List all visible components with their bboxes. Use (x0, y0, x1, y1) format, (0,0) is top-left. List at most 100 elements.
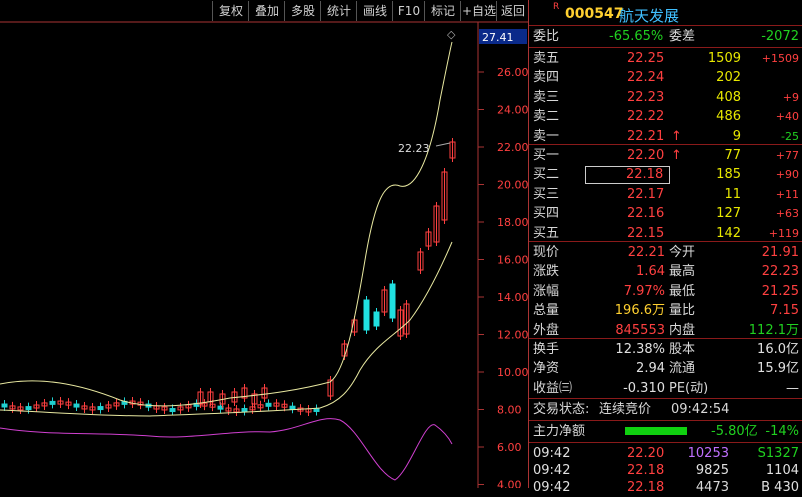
bids-row[interactable]: 买二 22.18 185 +90 (529, 165, 802, 185)
kline-chart[interactable]: 27.41 26.00 24.00 22.00 20.00 18.00 16.00 14.0… (0, 0, 528, 488)
y-tick-label: 6.00 (497, 441, 522, 454)
asks-label: 卖二 (533, 109, 560, 125)
quote-row: 涨幅 7.97% 最低 21.25 (529, 282, 802, 301)
toolbar-btn-2[interactable]: 多股 (284, 1, 321, 21)
asks-row[interactable]: 卖一 22.21 ↑ 9 -25 (529, 127, 802, 146)
asks-price: 22.25 (627, 51, 665, 66)
bids-change: +90 (775, 168, 799, 182)
diamond-icon: ◇ (447, 28, 456, 41)
y-tick-label: 4.00 (497, 479, 522, 489)
r-badge: R (553, 2, 560, 12)
y-tick-label: 26.00 (497, 66, 528, 79)
toolbar-btn-4[interactable]: 画线 (356, 1, 393, 21)
y-tick-label: 16.00 (497, 254, 528, 267)
last-price-label: 22.23 (398, 142, 430, 155)
bids-volume: 127 (716, 206, 741, 222)
asks-label: 卖一 (533, 128, 560, 144)
fund-label: 换手 (533, 342, 560, 357)
toolbar-btn-6[interactable]: 标记 (424, 1, 461, 21)
fund-row: 换手 12.38% 股本 16.0亿 (529, 340, 802, 359)
bids-row[interactable]: 买一 22.20 ↑ 77 +77 (529, 146, 802, 165)
upper-band (0, 41, 453, 407)
asks-label: 卖三 (533, 89, 560, 105)
ratio-label: 委比 (533, 29, 560, 44)
quote-value: 196.6万 (614, 303, 665, 319)
asks-price: 22.22 (627, 109, 665, 125)
quote-value: 21.25 (761, 283, 799, 299)
toolbar-btn-7[interactable]: +自选 (460, 1, 497, 21)
bids-arrow-icon: ↑ (671, 148, 682, 163)
bids-row[interactable]: 买三 22.17 11 +11 (529, 185, 802, 204)
toolbar-btn-1[interactable]: 叠加 (248, 1, 285, 21)
toolbar-btn-0[interactable]: 复权 (212, 1, 249, 21)
bids-price: 22.17 (627, 186, 665, 202)
chart-toolbar: 复权 叠加 多股 统计 画线 F10 标记 +自选 返回 (0, 0, 528, 22)
fund-value: 12.38% (615, 342, 665, 357)
fund-label: 股本 (669, 342, 696, 357)
diff-label: 委差 (669, 29, 696, 44)
fund-value: — (786, 380, 799, 396)
y-tick-label: 8.00 (497, 404, 522, 417)
asks-change: -25 (781, 129, 799, 143)
asks-row[interactable]: 卖四 22.24 202 (529, 68, 802, 87)
asks-row[interactable]: 卖五 22.25 1509 +1509 (529, 49, 802, 68)
y-tick-label: 14.00 (497, 291, 528, 304)
asks-label: 卖四 (533, 70, 560, 86)
bids-volume: 185 (716, 167, 741, 183)
diff-value: -2072 (761, 29, 799, 44)
main-flow-row: 主力净额 -5.80亿 -14% (529, 422, 802, 441)
toolbar-btn-8[interactable]: 返回 (496, 1, 529, 21)
bids-label: 买四 (533, 206, 560, 222)
stock-name: 航天发展 (619, 7, 680, 25)
fund-value: 16.0亿 (757, 342, 799, 357)
toolbar-btn-3[interactable]: 统计 (320, 1, 357, 21)
bids-price: 22.20 (627, 148, 665, 163)
y-tick-label: 18.00 (497, 216, 528, 229)
quote-value: 22.21 (627, 245, 665, 260)
toolbar-btn-5[interactable]: F10 (392, 1, 425, 21)
bids-row[interactable]: 买四 22.16 127 +63 (529, 204, 802, 223)
quote-value: 7.15 (770, 303, 799, 319)
quote-value: 112.1万 (748, 322, 799, 338)
asks-row[interactable]: 卖二 22.22 486 +40 (529, 107, 802, 126)
status-time: 09:42:54 (671, 402, 730, 417)
asks-price: 22.24 (627, 70, 665, 86)
quote-label: 外盘 (533, 322, 560, 338)
main-flow-label: 主力净额 (533, 424, 586, 439)
bids-change: +119 (768, 226, 799, 240)
y-tick-label: 20.00 (497, 179, 528, 192)
fund-label: PE(动) (669, 380, 709, 396)
quote-row: 外盘 845553 内盘 112.1万 (529, 321, 802, 340)
quote-row: 总量 196.6万 量比 7.15 (529, 301, 802, 320)
asks-volume: 202 (716, 70, 741, 86)
lower-band (0, 241, 453, 417)
fund-label: 流通 (669, 361, 696, 377)
status-value: 连续竞价 (599, 402, 652, 417)
bids-price: 22.16 (627, 206, 665, 222)
quote-row: 涨跌 1.64 最高 22.23 (529, 262, 802, 281)
quote-label: 涨幅 (533, 283, 560, 299)
fund-row: 净资 2.94 流通 15.9亿 (529, 359, 802, 378)
bids-change: +63 (775, 207, 799, 221)
fund-value: -0.310 (623, 380, 665, 396)
quote-label: 最低 (669, 283, 696, 299)
order-ratio-row: 委比 -65.65% 委差 -2072 (529, 27, 802, 46)
fund-value: 15.9亿 (757, 361, 799, 377)
stock-code: 000547 (565, 6, 624, 22)
quote-label: 涨跌 (533, 264, 560, 280)
asks-row[interactable]: 卖三 22.23 408 +9 (529, 88, 802, 107)
quote-label: 今开 (669, 245, 696, 260)
bids-volume: 142 (716, 225, 741, 241)
last-price-pointer (435, 142, 451, 147)
status-label: 交易状态: (533, 402, 590, 417)
price-box-label: 27.41 (482, 31, 514, 44)
y-axis: 26.00 24.00 22.00 20.00 18.00 16.00 14.00 12.00… (478, 66, 528, 488)
bids-row[interactable]: 买五 22.15 142 +119 (529, 224, 802, 243)
ratio-value: -65.65% (609, 29, 664, 44)
quote-label: 量比 (669, 303, 696, 319)
asks-label: 卖五 (533, 51, 560, 66)
fund-value: 2.94 (636, 361, 665, 377)
bids-price: 22.18 (585, 166, 671, 185)
bids-volume: 11 (724, 186, 741, 202)
quote-value: 1.64 (636, 264, 665, 280)
